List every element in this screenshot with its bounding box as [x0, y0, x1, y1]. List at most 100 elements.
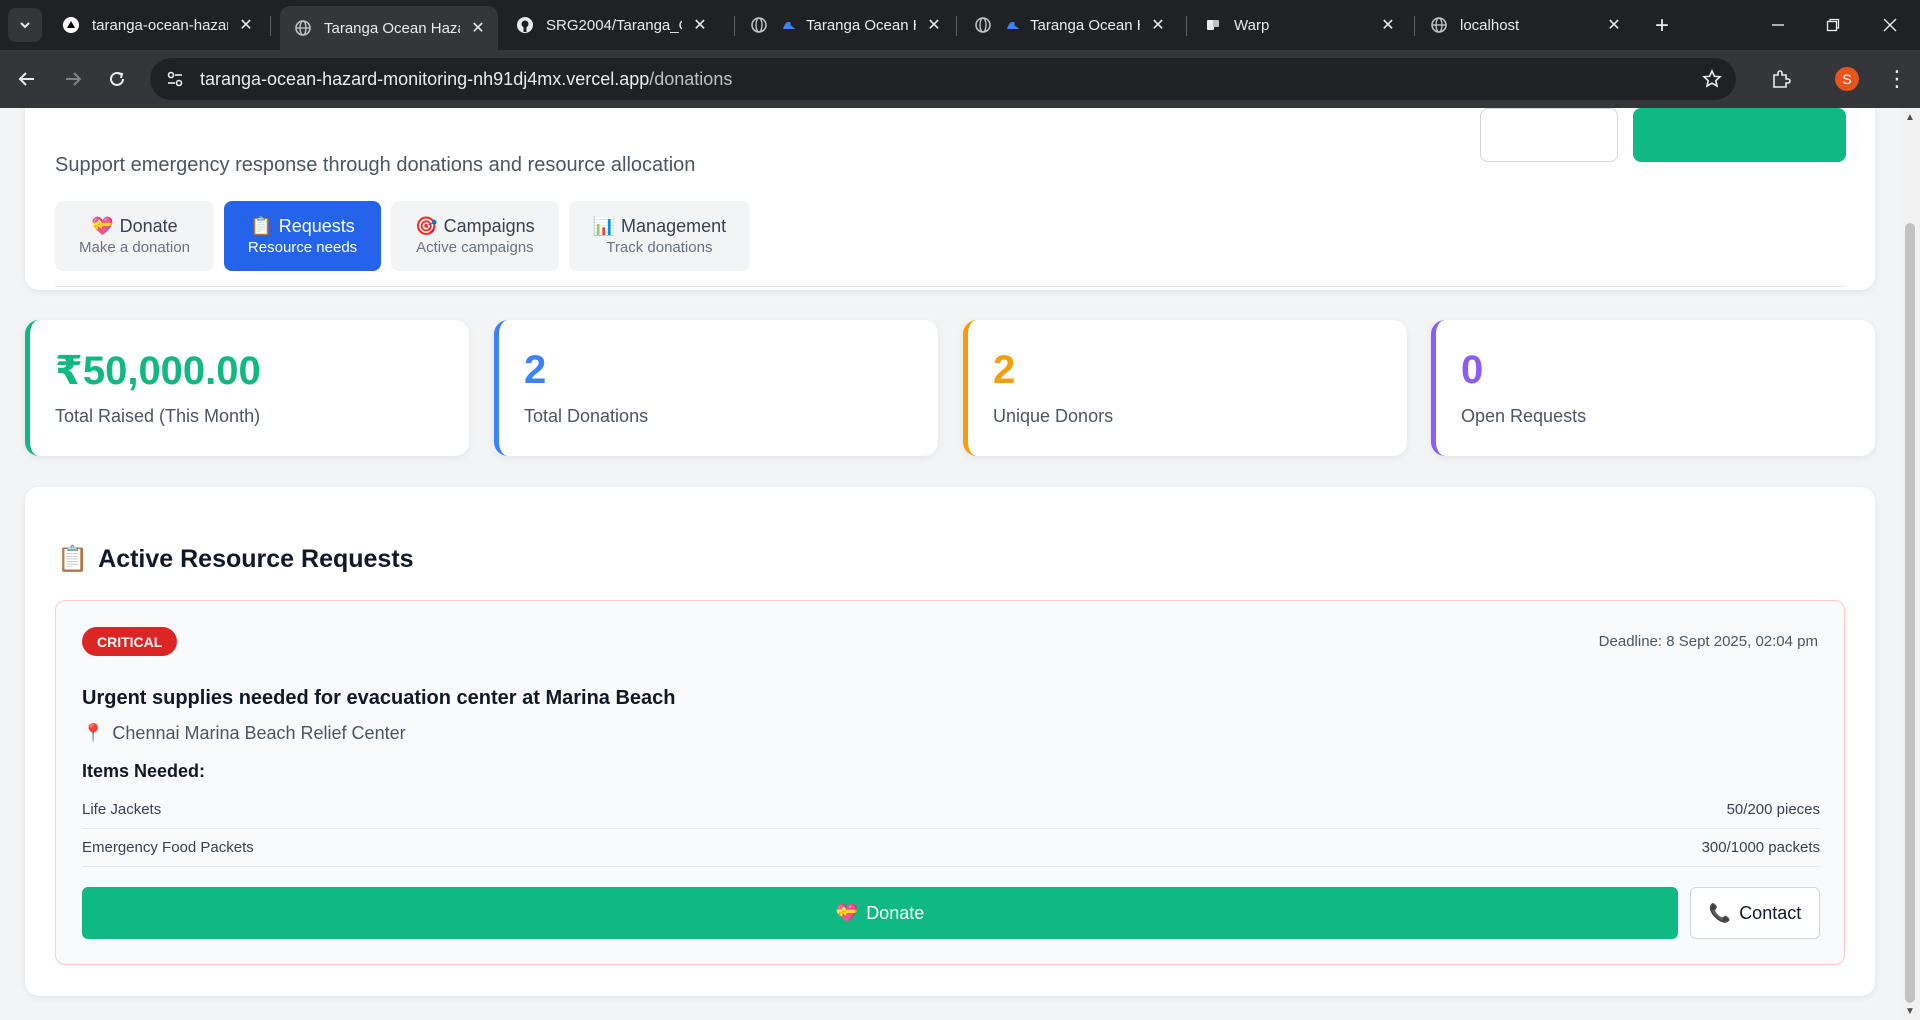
globe-icon	[974, 16, 992, 34]
stat-label: Total Raised (This Month)	[55, 406, 261, 426]
url-host: taranga-ocean-hazard-monitoring-nh91dj4m…	[200, 68, 650, 89]
tab-title: Taranga Ocean H	[1030, 16, 1140, 34]
header-divider	[55, 286, 1845, 287]
tab-campaigns-label: 🎯 Campaigns	[415, 216, 534, 237]
tab-label: Management	[621, 216, 727, 236]
arrow-right-icon	[66, 72, 82, 86]
tab-sublabel: Active campaigns	[416, 239, 534, 256]
tab-sublabel: Resource needs	[247, 239, 358, 256]
minimize-button[interactable]	[1758, 8, 1798, 42]
tab-donate[interactable]: 💝 Donate Make a donation	[55, 201, 214, 271]
wave-icon	[780, 16, 798, 34]
browser-menu-button[interactable]: ⋮	[1880, 62, 1914, 96]
clipboard-icon: 📋	[57, 545, 89, 573]
stat-label: Total Donations	[524, 406, 649, 426]
new-tab-button[interactable]: +	[1648, 12, 1676, 40]
stat-label: Unique Donors	[993, 406, 1114, 426]
contact-button[interactable]: 📞 Contact	[1690, 887, 1820, 939]
stat-label: Open Requests	[1461, 406, 1587, 426]
tab-requests[interactable]: 📋 Requests Resource needs	[223, 201, 382, 271]
bookmark-star-icon[interactable]	[1700, 67, 1724, 91]
close-icon	[1883, 18, 1897, 32]
stat-value: 2	[524, 348, 547, 392]
tab-search-button[interactable]	[8, 8, 42, 42]
needed-item-row: Life Jackets 50/200 pieces	[82, 791, 1820, 829]
browser-tab[interactable]: Taranga Ocean H ✕	[960, 6, 1178, 44]
scrollbar-thumb[interactable]	[1905, 223, 1915, 1003]
window-close-button[interactable]	[1870, 8, 1910, 42]
request-location-text: Chennai Marina Beach Relief Center	[112, 723, 406, 743]
tab-donate-label: 💝 Donate	[91, 216, 177, 237]
scroll-down-arrow-icon[interactable]: ▼	[1905, 1006, 1915, 1017]
reload-button[interactable]	[100, 62, 134, 96]
tab-management-label: 📊 Management	[593, 216, 727, 237]
back-button[interactable]	[10, 62, 44, 96]
page-scrollbar[interactable]: ▲ ▼	[1900, 108, 1920, 1020]
bar-chart-icon: 📊	[592, 216, 616, 236]
address-bar[interactable]: taranga-ocean-hazard-monitoring-nh91dj4m…	[150, 58, 1736, 100]
close-icon[interactable]: ✕	[236, 15, 256, 35]
forward-button[interactable]	[56, 62, 90, 96]
request-location: 📍 Chennai Marina Beach Relief Center	[82, 723, 406, 744]
tab-campaigns[interactable]: 🎯 Campaigns Active campaigns	[391, 201, 559, 271]
needed-item-name: Life Jackets	[82, 801, 162, 818]
browser-tab-bar: taranga-ocean-hazar ✕ Taranga Ocean Haza…	[0, 0, 1920, 50]
browser-tab[interactable]: taranga-ocean-hazar ✕	[48, 6, 266, 44]
browser-tab[interactable]: localhost ✕	[1416, 6, 1634, 44]
section-title-text: Active Resource Requests	[98, 545, 414, 573]
heart-gift-icon: 💝	[835, 902, 859, 923]
restore-icon	[1826, 18, 1840, 32]
close-icon[interactable]: ✕	[924, 15, 944, 35]
tab-label: Campaigns	[443, 216, 535, 236]
extensions-button[interactable]	[1764, 62, 1798, 96]
profile-avatar[interactable]: S	[1835, 67, 1859, 91]
browser-tab[interactable]: Taranga Ocean H ✕	[736, 6, 954, 44]
tab-title: localhost	[1460, 16, 1520, 34]
tab-requests-label: 📋 Requests	[250, 216, 354, 237]
donate-button[interactable]: 💝 Donate	[82, 887, 1678, 939]
phone-icon: 📞	[1708, 902, 1732, 923]
close-icon[interactable]: ✕	[468, 18, 488, 38]
tab-separator	[1414, 16, 1415, 36]
globe-icon	[1430, 16, 1448, 34]
stat-value: 0	[1461, 348, 1484, 392]
needed-item-row: Emergency Food Packets 300/1000 packets	[82, 829, 1820, 867]
plus-icon: +	[1654, 12, 1669, 39]
tab-separator	[270, 16, 271, 36]
make-donation-button[interactable]	[1633, 108, 1846, 162]
tab-sublabel: Track donations	[606, 239, 713, 256]
close-icon[interactable]: ✕	[690, 15, 710, 35]
donation-nav-tabs: 💝 Donate Make a donation 📋 Requests Resour…	[55, 201, 751, 271]
scroll-up-arrow-icon[interactable]: ▲	[1905, 112, 1915, 123]
reload-icon	[110, 71, 124, 86]
more-vert-icon: ⋮	[1886, 66, 1908, 91]
minimize-icon	[1772, 24, 1784, 26]
tab-management[interactable]: 📊 Management Track donations	[568, 201, 751, 271]
url-path: /donations	[649, 68, 733, 89]
clipboard-icon: 📋	[250, 216, 273, 236]
close-icon[interactable]: ✕	[1604, 15, 1624, 35]
target-icon: 🎯	[415, 216, 438, 236]
tab-separator	[1186, 16, 1187, 36]
map-pin-icon: 📍	[82, 723, 105, 743]
tab-title: taranga-ocean-hazar	[92, 16, 228, 34]
home-button[interactable]	[1480, 108, 1618, 162]
page-viewport: Support emergency response through donat…	[0, 108, 1900, 1020]
stat-card-open-requests: 0 Open Requests	[1431, 320, 1875, 456]
browser-tab[interactable]: SRG2004/Taranga_Oc ✕	[502, 6, 720, 44]
contact-button-label: Contact	[1739, 902, 1802, 923]
site-settings-icon[interactable]	[154, 58, 196, 100]
stat-value: ₹50,000.00	[55, 349, 261, 393]
browser-tab[interactable]: Warp ✕	[1190, 6, 1408, 44]
stat-card-total-raised: ₹50,000.00 Total Raised (This Month)	[25, 320, 469, 456]
heart-gift-icon: 💝	[91, 216, 114, 236]
browser-tab-active[interactable]: Taranga Ocean Hazar ✕	[280, 6, 498, 50]
restore-button[interactable]	[1813, 8, 1853, 42]
tab-separator	[734, 16, 735, 36]
close-icon[interactable]: ✕	[1378, 15, 1398, 35]
tab-title: SRG2004/Taranga_Oc	[546, 16, 682, 34]
globe-icon	[294, 19, 312, 37]
page-subtitle: Support emergency response through donat…	[55, 154, 696, 176]
tab-sublabel: Make a donation	[79, 239, 190, 256]
close-icon[interactable]: ✕	[1148, 15, 1168, 35]
